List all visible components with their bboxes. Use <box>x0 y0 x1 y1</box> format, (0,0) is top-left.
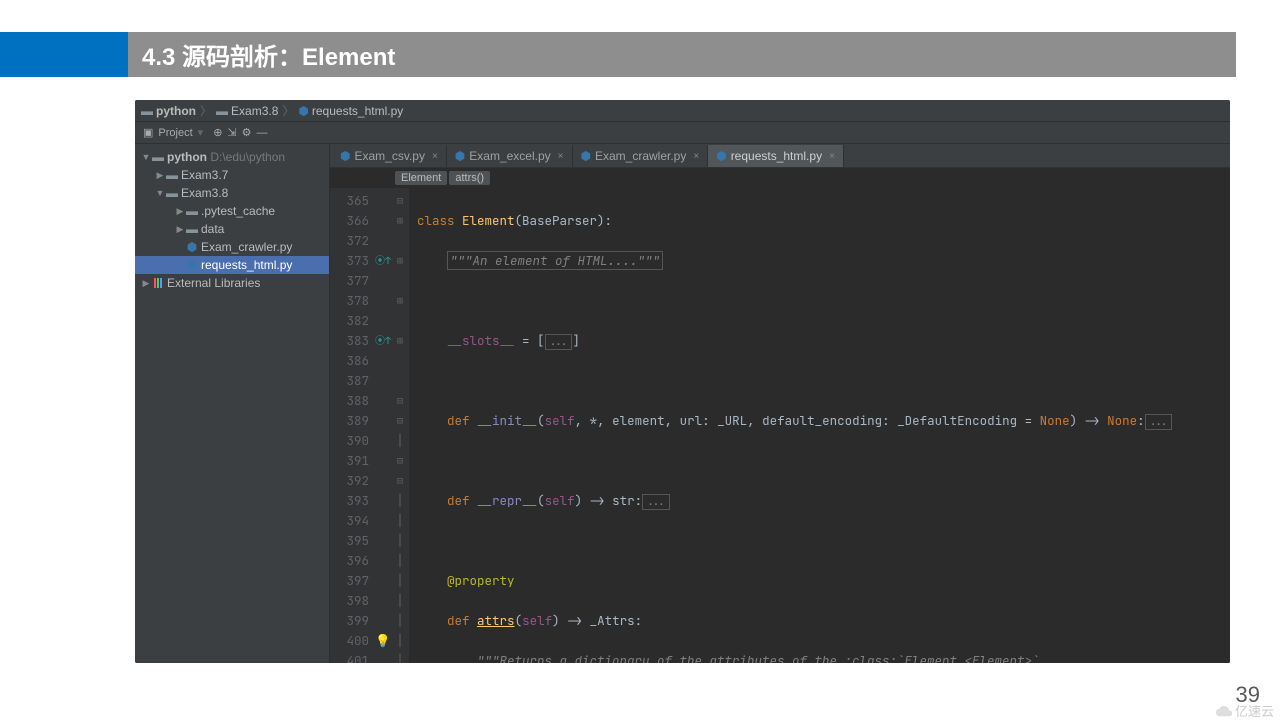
tree-file-selected[interactable]: ⬢requests_html.py <box>135 256 329 274</box>
tree-folder[interactable]: ▶▬data <box>135 220 329 238</box>
code-area[interactable]: 3653663723733773783823833863873883893903… <box>330 188 1230 663</box>
close-icon[interactable]: × <box>693 151 699 162</box>
crumb[interactable]: attrs() <box>449 171 490 185</box>
lightbulb-icon[interactable]: 💡 <box>375 631 391 651</box>
code-content[interactable]: class Element(BaseParser): """An element… <box>409 188 1230 663</box>
line-numbers: 3653663723733773783823833863873883893903… <box>330 188 375 663</box>
tree-folder[interactable]: ▶▬.pytest_cache <box>135 202 329 220</box>
tree-folder[interactable]: ▼▬Exam3.8 <box>135 184 329 202</box>
tab-active[interactable]: ⬢requests_html.py× <box>708 145 844 167</box>
slide-title: 4.3 源码剖析：Element <box>128 32 1236 77</box>
tab[interactable]: ⬢Exam_crawler.py× <box>573 145 709 167</box>
tree-file[interactable]: ⬢Exam_crawler.py <box>135 238 329 256</box>
nav-file[interactable]: ⬢requests_html.py <box>298 104 403 118</box>
project-panel-header[interactable]: ▣ Project ▾ ⊕ ⇲ ⚙ — <box>135 126 276 139</box>
override-icon[interactable]: ⦿↑ <box>375 251 391 271</box>
cloud-icon <box>1215 702 1233 720</box>
project-icon: ▣ <box>143 126 153 139</box>
project-tree[interactable]: ▼▬python D:\edu\python ▶▬Exam3.7 ▼▬Exam3… <box>135 144 330 663</box>
collapse-icon[interactable]: ⊕ <box>213 126 222 139</box>
editor-tabs: ⬢Exam_csv.py× ⬢Exam_excel.py× ⬢Exam_craw… <box>330 144 1230 168</box>
dropdown-icon: ▾ <box>198 126 204 139</box>
nav-root[interactable]: ▬python <box>141 104 196 118</box>
hide-icon[interactable]: — <box>257 127 268 139</box>
settings-icon[interactable]: ⇲ <box>227 126 236 139</box>
accent-bar <box>0 32 128 77</box>
nav-folder[interactable]: ▬Exam3.8 <box>216 104 278 118</box>
gear-icon[interactable]: ⚙ <box>242 126 252 139</box>
tree-root[interactable]: ▼▬python D:\edu\python <box>135 148 329 166</box>
tab[interactable]: ⬢Exam_excel.py× <box>447 145 573 167</box>
crumb[interactable]: Element <box>395 171 447 185</box>
fold-column[interactable]: ⊟⊞ ⊞ ⊞ ⊞ ⊟⊟│⊟⊟││││││││││ <box>391 188 409 663</box>
tab[interactable]: ⬢Exam_csv.py× <box>332 145 447 167</box>
close-icon[interactable]: × <box>558 151 564 162</box>
editor-breadcrumbs: Element attrs() <box>330 168 1230 188</box>
tree-folder[interactable]: ▶▬Exam3.7 <box>135 166 329 184</box>
editor: ⬢Exam_csv.py× ⬢Exam_excel.py× ⬢Exam_craw… <box>330 144 1230 663</box>
tree-libs[interactable]: ▶External Libraries <box>135 274 329 292</box>
close-icon[interactable]: × <box>432 151 438 162</box>
override-icon[interactable]: ⦿↑ <box>375 331 391 351</box>
tool-row: ▣ Project ▾ ⊕ ⇲ ⚙ — <box>135 122 1230 144</box>
close-icon[interactable]: × <box>829 151 835 162</box>
breadcrumb-nav: ▬python 〉 ▬Exam3.8 〉 ⬢requests_html.py <box>135 100 1230 122</box>
marker-column: ⦿↑ ⦿↑ 💡 <box>375 188 391 663</box>
watermark: 亿速云 <box>1215 701 1274 720</box>
ide-window: ▬python 〉 ▬Exam3.8 〉 ⬢requests_html.py ▣… <box>135 100 1230 663</box>
